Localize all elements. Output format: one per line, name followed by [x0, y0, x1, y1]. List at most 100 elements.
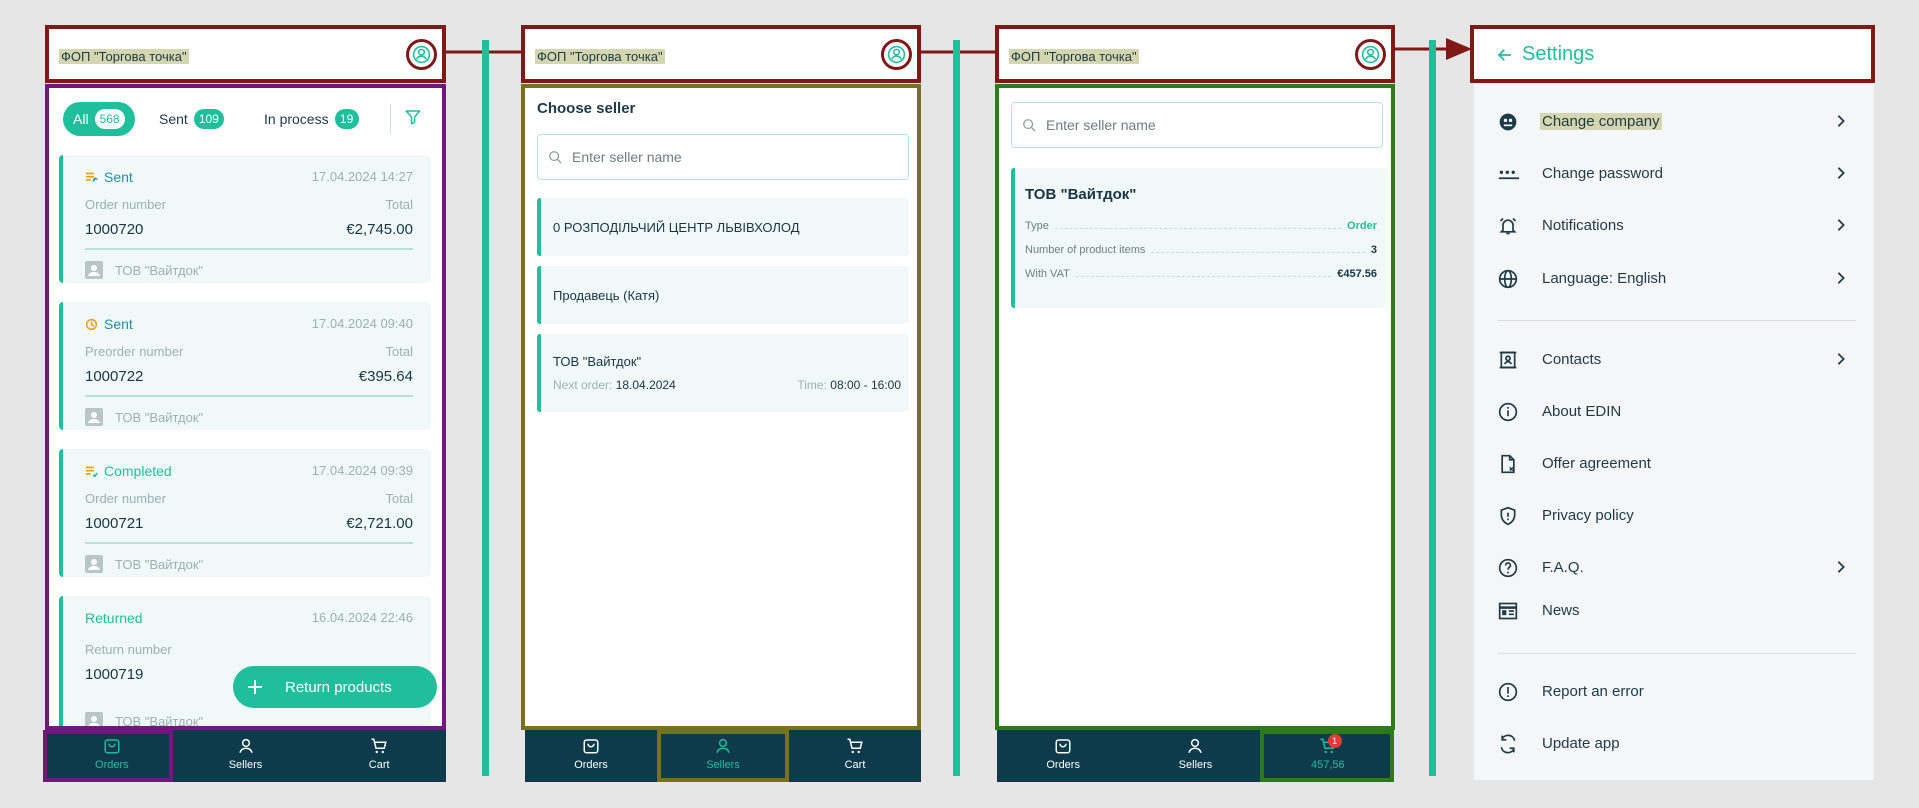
settings-item-contacts[interactable]: Contacts [1474, 345, 1874, 375]
order-total-label: Total [385, 344, 413, 359]
filter-button[interactable] [404, 108, 422, 126]
settings-title: Settings [1522, 43, 1595, 65]
nav-cart[interactable]: Cart [312, 730, 446, 782]
info-icon [1498, 402, 1518, 422]
seller-item[interactable]: ТОВ "Вайтдок" Next order: 18.04.2024 Tim… [537, 334, 909, 412]
orders-header: ФОП "Торгова точка" [45, 25, 446, 83]
order-card[interactable]: Returned 16.04.2024 22:46 Return number … [59, 596, 431, 726]
user-icon [887, 45, 906, 64]
filter-sent-count: 109 [193, 109, 224, 129]
settings-item-language[interactable]: Language: English [1474, 264, 1874, 294]
seller-item[interactable]: 0 РОЗПОДІЛЬЧИЙ ЦЕНТР ЛЬВІВХОЛОД [537, 198, 909, 256]
order-status-label: Sent [104, 169, 133, 185]
order-number-label: Preorder number [85, 344, 184, 359]
nav-orders[interactable]: Orders [525, 730, 657, 782]
cart-seller-card[interactable]: ТОВ "Вайтдок" Type Order Number of produ… [1011, 168, 1385, 308]
orders-bag-icon [583, 739, 599, 754]
seller-item-name: ТОВ "Вайтдок" [553, 354, 642, 369]
filter-sent[interactable]: Sent 109 [149, 102, 234, 136]
order-total-label: Total [385, 491, 413, 506]
order-status-label: Completed [104, 463, 172, 479]
order-card[interactable]: Sent 17.04.2024 09:40 Preorder number To… [59, 302, 431, 430]
nav-sellers[interactable]: Sellers [179, 730, 313, 782]
filter-all[interactable]: All 568 [63, 102, 135, 136]
profile-avatar[interactable] [1355, 39, 1386, 70]
cart-seller-search-input[interactable]: Enter seller name [1011, 102, 1383, 148]
funnel-icon [405, 110, 421, 125]
order-total-label: Total [385, 197, 413, 212]
nav-cart[interactable]: Cart [789, 730, 921, 782]
cart-header: ФОП "Торгова точка" [995, 25, 1395, 83]
cart-items-value: 3 [1370, 244, 1377, 256]
seller-item-name: 0 РОЗПОДІЛЬЧИЙ ЦЕНТР ЛЬВІВХОЛОД [553, 220, 800, 235]
order-seller: ТОВ "Вайтдок" [85, 712, 203, 726]
settings-divider [1498, 320, 1856, 321]
seller-avatar-icon [85, 261, 103, 279]
orders-screen: All 568 Sent 109 In process 19 Sent 17.0… [45, 84, 446, 730]
order-date: 17.04.2024 14:27 [311, 169, 413, 184]
arrow-left-icon [1497, 48, 1511, 61]
status-sent-icon [85, 172, 98, 182]
order-date: 17.04.2024 09:40 [311, 316, 413, 331]
card-divider [85, 395, 413, 397]
card-divider [85, 542, 413, 544]
delivery-time: Time: 08:00 - 16:00 [797, 378, 901, 392]
settings-item-label: Change password [1542, 165, 1663, 182]
cart-items-row: Number of product items 3 [1025, 244, 1377, 256]
order-number-label: Return number [85, 642, 172, 657]
order-card[interactable]: Sent 17.04.2024 14:27 Order number Total… [59, 155, 431, 283]
nav-sellers-label: Sellers [228, 759, 263, 771]
card-divider [85, 248, 413, 250]
settings-item-label: Privacy policy [1542, 507, 1634, 524]
settings-item-notifications[interactable]: Notifications [1474, 211, 1874, 241]
settings-item-faq[interactable]: F.A.Q. [1474, 553, 1874, 583]
user-icon [412, 45, 431, 64]
cart-vat-key: With VAT [1025, 268, 1070, 280]
settings-item-label: Contacts [1542, 351, 1602, 368]
settings-item-news[interactable]: News [1474, 596, 1874, 626]
nav-orders-label: Orders [1046, 759, 1080, 771]
seller-avatar-icon [85, 555, 103, 573]
order-seller: ТОВ "Вайтдок" [85, 408, 203, 426]
nav-orders[interactable]: Orders [997, 730, 1129, 782]
delivery-time-label: Time: [797, 378, 827, 392]
status-completed-icon [85, 466, 98, 478]
company-name: ФОП "Торгова точка" [59, 49, 189, 64]
settings-item-report-error[interactable]: Report an error [1474, 677, 1874, 707]
settings-item-privacy-policy[interactable]: Privacy policy [1474, 501, 1874, 531]
order-number: 1000722 [85, 368, 144, 385]
nav-sellers[interactable]: Sellers [1129, 730, 1261, 782]
settings-header: Settings [1470, 25, 1875, 83]
chevron-right-icon [1837, 219, 1845, 231]
cart-icon [371, 738, 387, 754]
seller-search-input[interactable]: Enter seller name [537, 134, 909, 180]
settings-item-update-app[interactable]: Update app [1474, 729, 1874, 759]
cart-search-placeholder: Enter seller name [1046, 117, 1156, 133]
order-amount: €2,745.00 [346, 221, 413, 238]
chevron-right-icon [1837, 115, 1845, 127]
profile-avatar[interactable] [406, 39, 437, 70]
settings-item-change-password[interactable]: Change password [1474, 159, 1874, 189]
back-button[interactable]: Settings [1496, 43, 1594, 66]
filter-in-process[interactable]: In process 19 [254, 102, 369, 136]
next-order: Next order: 18.04.2024 [553, 378, 676, 392]
order-card[interactable]: Completed 17.04.2024 09:39 Order number … [59, 449, 431, 577]
order-seller-name: ТОВ "Вайтдок" [115, 556, 204, 572]
order-seller: ТОВ "Вайтдок" [85, 555, 203, 573]
settings-item-label: Report an error [1542, 683, 1644, 700]
settings-item-label: About EDIN [1542, 403, 1622, 420]
document-icon [1501, 454, 1515, 474]
return-products-button[interactable]: Return products [233, 666, 437, 708]
contacts-icon [1499, 351, 1517, 369]
settings-item-about[interactable]: About EDIN [1474, 397, 1874, 427]
settings-item-label: News [1542, 602, 1580, 619]
nav-selection-highlight [657, 730, 789, 782]
settings-item-change-company[interactable]: Change company [1474, 107, 1874, 137]
order-seller: ТОВ "Вайтдок" [85, 261, 203, 279]
seller-item[interactable]: Продавець (Катя) [537, 266, 909, 324]
alert-icon [1498, 682, 1518, 702]
nav-cart-label: Cart [368, 759, 390, 771]
order-number: 1000721 [85, 515, 144, 532]
settings-item-offer-agreement[interactable]: Offer agreement [1474, 449, 1874, 479]
profile-avatar[interactable] [881, 39, 912, 70]
